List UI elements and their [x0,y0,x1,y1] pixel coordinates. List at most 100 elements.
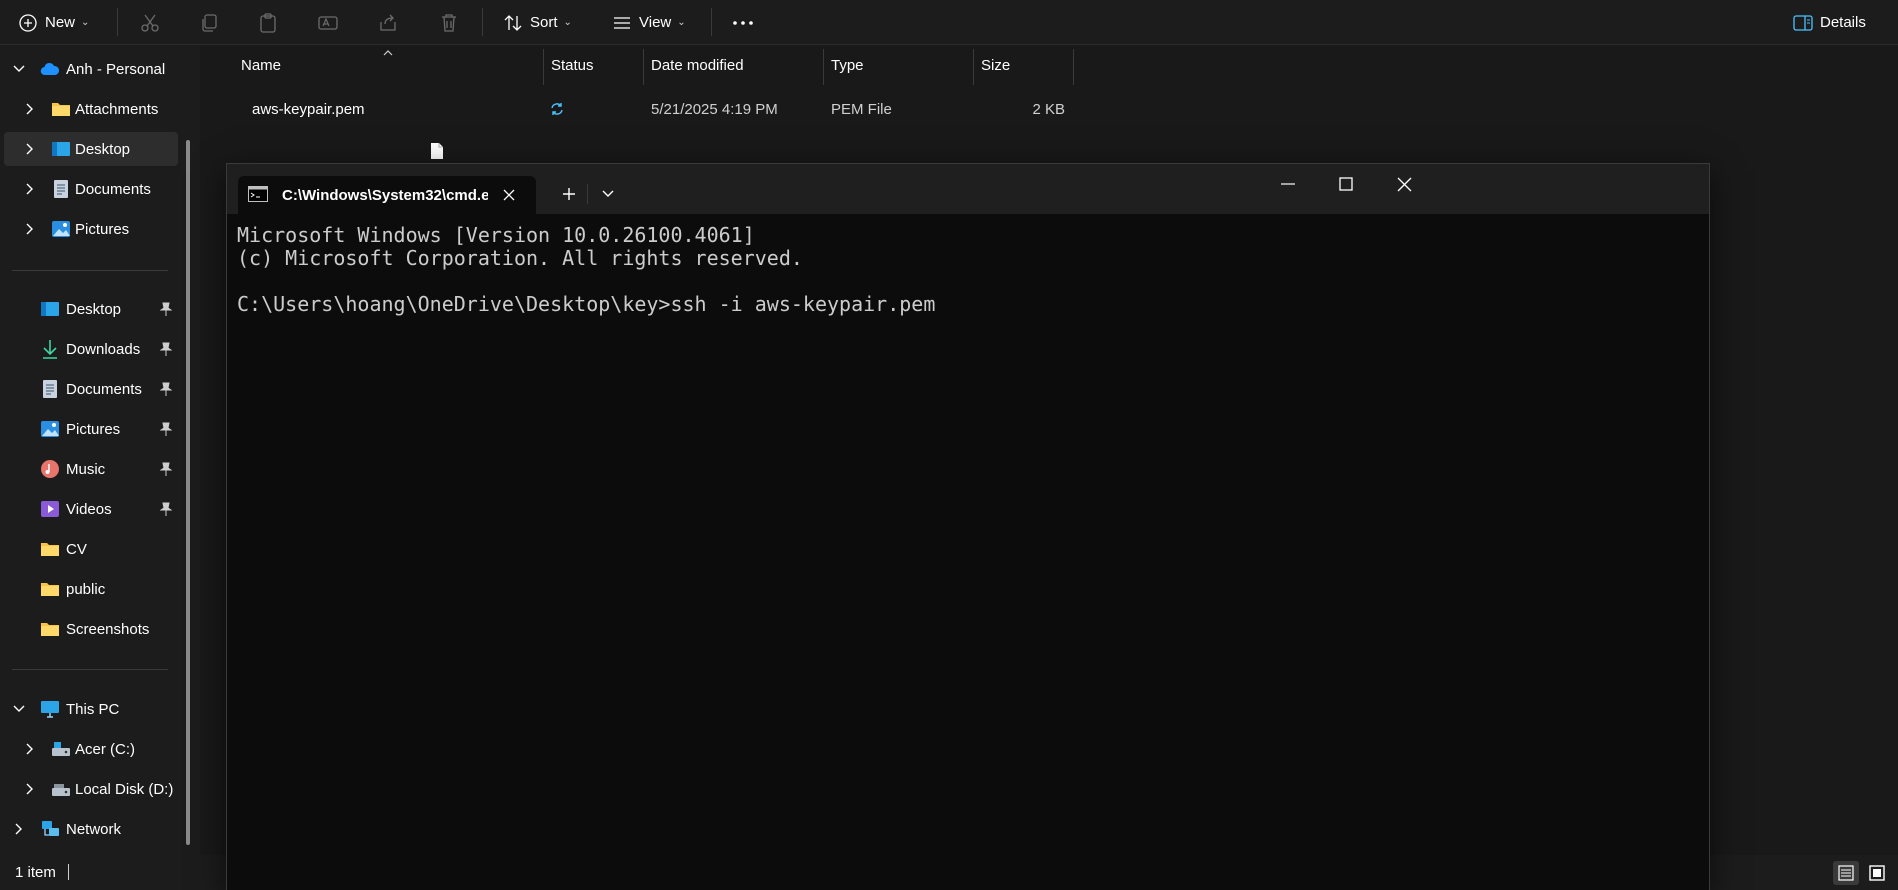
details-view-button[interactable] [1833,861,1859,885]
chevron-down-icon: ⌄ [81,17,90,28]
details-button[interactable]: Details [1793,0,1866,45]
terminal-output[interactable]: Microsoft Windows [Version 10.0.26100.40… [237,224,1699,316]
new-tab-button[interactable] [554,179,584,209]
close-tab-button[interactable] [500,186,518,204]
nav-scrollbar[interactable] [186,140,190,845]
chevron-right-icon[interactable] [23,742,37,756]
pin-icon[interactable] [160,382,172,396]
chevron-down-icon[interactable] [12,62,26,76]
column-header-date[interactable]: Date modified [651,45,821,85]
nav-label: Desktop [75,140,131,158]
chevron-right-icon[interactable] [23,222,37,236]
nav-item-videos[interactable]: Videos [0,492,178,526]
nav-item-drive-d[interactable]: Local Disk (D:) [0,772,178,806]
chevron-right-icon[interactable] [23,782,37,796]
nav-item-onedrive[interactable]: Anh - Personal [0,52,178,86]
folder-icon [51,99,71,119]
terminal-tab[interactable]: C:\Windows\System32\cmd.e [238,176,536,214]
chevron-down-icon[interactable] [12,702,26,716]
view-label: View [639,14,672,31]
desktop-icon [51,139,71,159]
drive-icon [51,779,71,799]
nav-label: Network [66,820,122,838]
view-button[interactable]: View ⌄ [612,0,686,45]
file-name[interactable]: aws-keypair.pem [252,97,365,121]
nav-item-attachments[interactable]: Attachments [0,92,178,126]
column-separator[interactable] [823,49,824,85]
terminal-titlebar[interactable]: C:\Windows\System32\cmd.e [227,164,1709,214]
share-button[interactable] [377,0,399,45]
nav-item-drive-c[interactable]: Acer (C:) [0,732,178,766]
sort-button[interactable]: Sort ⌄ [503,0,572,45]
delete-button[interactable] [438,0,460,45]
tab-dropdown-button[interactable] [593,179,623,209]
nav-item-this-pc[interactable]: This PC [0,692,178,726]
nav-label: CV [66,540,87,558]
nav-item-screenshots[interactable]: Screenshots [0,612,178,646]
column-header-size[interactable]: Size [981,45,1061,85]
sort-icon [504,14,522,31]
pin-icon[interactable] [160,422,172,436]
chevron-right-icon[interactable] [23,182,37,196]
pin-icon[interactable] [160,502,172,516]
rename-icon [318,15,338,30]
nav-label: Screenshots [66,620,150,638]
pin-icon[interactable] [160,342,172,356]
close-icon [1397,177,1411,191]
column-header-type[interactable]: Type [831,45,971,85]
column-separator[interactable] [643,49,644,85]
divider [587,184,588,204]
column-separator[interactable] [973,49,974,85]
share-icon [380,14,396,31]
nav-item-documents[interactable]: Documents [0,372,178,406]
nav-item-public[interactable]: public [0,572,178,606]
pin-icon[interactable] [160,302,172,316]
nav-item-pictures-onedrive[interactable]: Pictures [0,212,178,246]
item-count: 1 item [15,864,56,881]
maximize-icon [1339,177,1353,191]
maximize-button[interactable] [1323,164,1369,204]
cut-button[interactable] [139,0,161,45]
terminal-command-line[interactable]: C:\Users\hoang\OneDrive\Desktop\key>ssh … [237,293,1699,316]
more-options-button[interactable] [731,0,755,45]
rename-button[interactable] [317,0,339,45]
divider [711,8,712,36]
download-icon [40,339,60,359]
nav-item-desktop[interactable]: Desktop [0,292,178,326]
network-icon [40,819,60,839]
column-header-status[interactable]: Status [551,45,641,85]
minimize-icon [1281,183,1295,185]
nav-label: Music [66,460,106,478]
nav-item-network[interactable]: Network [0,812,178,846]
nav-item-music[interactable]: Music [0,452,178,486]
chevron-right-icon[interactable] [23,142,37,156]
nav-item-downloads[interactable]: Downloads [0,332,178,366]
sort-label: Sort [530,14,558,31]
nav-item-pictures[interactable]: Pictures [0,412,178,446]
column-separator[interactable] [1073,49,1074,85]
copy-button[interactable] [198,0,220,45]
window-close-button[interactable] [1381,164,1427,204]
terminal-window[interactable]: C:\Windows\System32\cmd.e Microsoft Wind… [226,163,1710,890]
navigation-pane: Anh - Personal Attachments Desktop Docum… [0,45,200,855]
onedrive-cloud-icon [40,59,60,79]
paste-icon [260,12,276,33]
chevron-right-icon[interactable] [23,102,37,116]
details-label: Details [1820,14,1866,31]
tiles-view-button[interactable] [1864,861,1890,885]
pin-icon[interactable] [160,462,172,476]
column-separator[interactable] [543,49,544,85]
file-type: PEM File [831,100,892,118]
nav-item-cv[interactable]: CV [0,532,178,566]
new-button[interactable]: New ⌄ [18,0,89,45]
chevron-right-icon[interactable] [12,822,26,836]
nav-divider [12,270,168,271]
minimize-button[interactable] [1265,164,1311,204]
paste-button[interactable] [257,0,279,45]
view-list-icon [614,16,630,29]
nav-item-desktop-onedrive[interactable]: Desktop [4,132,178,166]
videos-icon [40,499,60,519]
nav-item-documents-onedrive[interactable]: Documents [0,172,178,206]
copy-icon [202,13,217,32]
